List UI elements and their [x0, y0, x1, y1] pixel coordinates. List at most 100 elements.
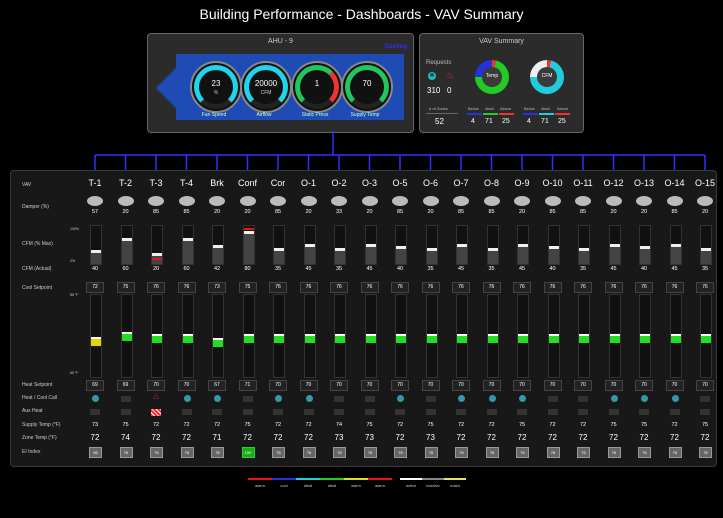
cool-setpoint[interactable]: 76 [177, 282, 196, 293]
heat-setpoint[interactable]: 70 [421, 380, 440, 391]
vav-header-t-3[interactable]: T-3 [143, 178, 169, 188]
ei-index[interactable]: 76 [638, 447, 651, 458]
ei-index[interactable]: 76 [546, 447, 560, 458]
heat-setpoint[interactable]: 70 [391, 380, 409, 391]
temp-below-value: 4 [471, 118, 475, 125]
ei-index[interactable]: 76 [211, 447, 224, 458]
vav-header-t-2[interactable]: T-2 [113, 178, 139, 188]
gauge-airflow[interactable]: 20000 CFM [240, 61, 292, 113]
cool-setpoint[interactable]: 76 [391, 282, 409, 293]
temp-above-swatch [499, 113, 514, 115]
cool-setpoint[interactable]: 76 [269, 282, 287, 293]
ei-index[interactable]: 76 [394, 447, 407, 458]
cool-setpoint[interactable]: 76 [543, 282, 562, 293]
heat-setpoint[interactable]: 69 [116, 380, 135, 391]
ei-index[interactable]: 76 [699, 447, 712, 458]
vav-header-o-15[interactable]: O-15 [692, 178, 718, 188]
ei-index[interactable]: 76 [668, 447, 682, 458]
vav-header-o-8[interactable]: O-8 [479, 178, 505, 188]
vav-header-o-7[interactable]: O-7 [448, 178, 474, 188]
heat-setpoint[interactable]: 70 [360, 380, 379, 391]
temp-slot [364, 294, 377, 378]
vav-header-o-2[interactable]: O-2 [326, 178, 352, 188]
heat-setpoint[interactable]: 70 [452, 380, 470, 391]
heat-setpoint[interactable]: 70 [665, 380, 684, 391]
ei-index[interactable]: 76 [272, 447, 285, 458]
call-empty [242, 396, 253, 402]
heat-setpoint[interactable]: 69 [86, 380, 104, 391]
heat-setpoint[interactable]: 67 [208, 380, 226, 391]
ahu-panel[interactable]: AHU - 9 Cooling 23% Fan Speed 20000 CFM Airf… [147, 33, 414, 133]
cool-setpoint-marker [274, 334, 284, 336]
ei-index[interactable]: 76 [150, 447, 163, 458]
gauge-supply-temp[interactable]: 70 [341, 61, 393, 113]
vav-header-t-4[interactable]: T-4 [174, 178, 200, 188]
ei-index[interactable]: 76 [119, 447, 133, 458]
temp-slot [639, 294, 651, 378]
vav-header-t-1[interactable]: T-1 [82, 178, 108, 188]
heat-setpoint[interactable]: 70 [604, 380, 623, 391]
cool-setpoint[interactable]: 76 [513, 282, 531, 293]
ei-index[interactable]: 76 [577, 447, 590, 458]
ei-index[interactable]: 76 [516, 447, 529, 458]
heat-setpoint[interactable]: 70 [482, 380, 501, 391]
ei-index[interactable]: 76 [363, 447, 377, 458]
cool-setpoint[interactable]: 76 [360, 282, 379, 293]
cool-setpoint[interactable]: 76 [482, 282, 501, 293]
heat-setpoint[interactable]: 70 [543, 380, 562, 391]
vav-header-brk[interactable]: Brk [204, 178, 230, 188]
vav-header-o-10[interactable]: O-10 [540, 178, 566, 188]
cool-setpoint[interactable]: 76 [330, 282, 348, 293]
heat-setpoint[interactable]: 70 [574, 380, 592, 391]
vav-header-o-1[interactable]: O-1 [296, 178, 322, 188]
heat-setpoint[interactable]: 70 [299, 380, 318, 391]
gauge-static-press[interactable]: 1 [291, 61, 343, 113]
cool-setpoint[interactable]: 76 [452, 282, 470, 293]
vav-header-o-11[interactable]: O-11 [570, 178, 596, 188]
cool-setpoint[interactable]: 76 [147, 282, 165, 293]
cool-call-icon [214, 395, 221, 402]
ei-index[interactable]: 76 [424, 447, 438, 458]
cool-setpoint[interactable]: 76 [665, 282, 684, 293]
cool-setpoint[interactable]: 76 [696, 282, 714, 293]
vav-header-o-5[interactable]: O-5 [387, 178, 413, 188]
ei-index[interactable]: 76 [455, 447, 468, 458]
vav-header-o-6[interactable]: O-6 [418, 178, 444, 188]
cool-setpoint[interactable]: 75 [238, 282, 257, 293]
ei-index[interactable]: 100 [241, 447, 255, 458]
cfm-donut[interactable]: CFM [530, 60, 564, 94]
cool-setpoint[interactable]: 76 [299, 282, 318, 293]
ei-index[interactable]: 76 [180, 447, 194, 458]
cool-setpoint[interactable]: 73 [208, 282, 226, 293]
heat-setpoint[interactable]: 70 [147, 380, 165, 391]
cool-setpoint[interactable]: 76 [421, 282, 440, 293]
vav-header-o-14[interactable]: O-14 [662, 178, 688, 188]
vav-header-conf[interactable]: Conf [235, 178, 261, 188]
cool-setpoint[interactable]: 72 [86, 282, 104, 293]
heat-setpoint[interactable]: 70 [513, 380, 531, 391]
heat-setpoint[interactable]: 70 [330, 380, 348, 391]
heat-setpoint[interactable]: 70 [635, 380, 653, 391]
ei-index[interactable]: 76 [333, 447, 346, 458]
cool-setpoint[interactable]: 76 [635, 282, 653, 293]
cool-setpoint[interactable]: 76 [574, 282, 592, 293]
heat-setpoint[interactable]: 70 [177, 380, 196, 391]
heat-setpoint[interactable]: 70 [269, 380, 287, 391]
heat-setpoint[interactable]: 71 [238, 380, 257, 391]
row-label-scale-100: 100% [70, 227, 79, 231]
ei-index[interactable]: 76 [485, 447, 499, 458]
ei-index[interactable]: 76 [607, 447, 621, 458]
ei-index[interactable]: 96 [89, 447, 102, 458]
cool-setpoint[interactable]: 76 [604, 282, 623, 293]
vav-header-cor[interactable]: Cor [265, 178, 291, 188]
vav-header-o-3[interactable]: O-3 [357, 178, 383, 188]
vav-summary-panel[interactable]: VAV Summary Requests ❄ ♨ 310 0 # of Zone… [419, 33, 584, 133]
ei-index[interactable]: 76 [302, 447, 316, 458]
vav-header-o-9[interactable]: O-9 [509, 178, 535, 188]
vav-header-o-12[interactable]: O-12 [601, 178, 627, 188]
vav-header-o-13[interactable]: O-13 [631, 178, 657, 188]
gauge-fan-speed[interactable]: 23% [190, 61, 242, 113]
temp-donut[interactable]: Temp [475, 60, 509, 94]
cool-setpoint[interactable]: 75 [116, 282, 135, 293]
heat-setpoint[interactable]: 70 [696, 380, 714, 391]
